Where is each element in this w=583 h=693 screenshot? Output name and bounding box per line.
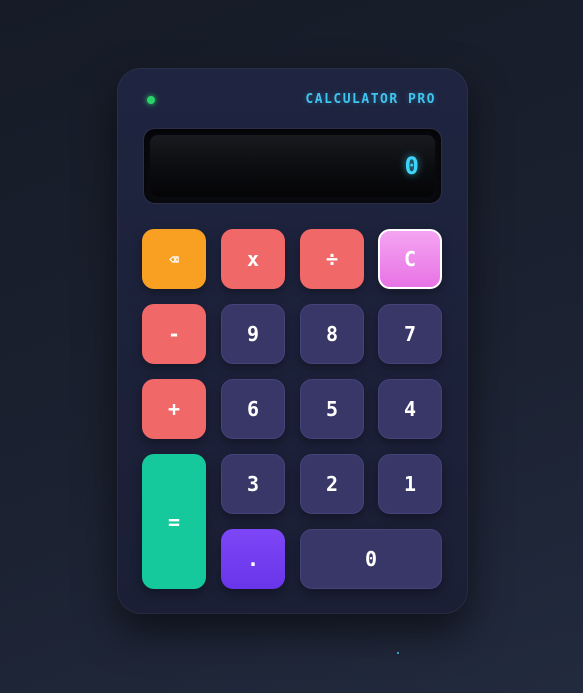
divide-label: ÷ bbox=[325, 247, 339, 271]
digit-5-label: 5 bbox=[325, 397, 339, 421]
app-title: CALCULATOR PRO bbox=[305, 92, 436, 107]
digit-3-button[interactable]: 3 bbox=[221, 454, 285, 514]
plus-label: + bbox=[167, 397, 181, 421]
digit-2-label: 2 bbox=[325, 472, 339, 496]
digit-6-button[interactable]: 6 bbox=[221, 379, 285, 439]
digit-8-button[interactable]: 8 bbox=[300, 304, 364, 364]
backspace-button[interactable]: ⌫ bbox=[142, 229, 206, 289]
status-led bbox=[147, 96, 155, 104]
decimal-label: . bbox=[246, 547, 260, 571]
minus-button[interactable]: - bbox=[142, 304, 206, 364]
digit-1-label: 1 bbox=[403, 472, 417, 496]
display-screen: 0 bbox=[150, 135, 435, 197]
clear-button[interactable]: C bbox=[378, 229, 442, 289]
display: 0 bbox=[143, 128, 442, 204]
digit-0-label: 0 bbox=[364, 547, 378, 571]
digit-5-button[interactable]: 5 bbox=[300, 379, 364, 439]
digit-9-button[interactable]: 9 bbox=[221, 304, 285, 364]
digit-0-button[interactable]: 0 bbox=[300, 529, 442, 589]
equals-button[interactable]: = bbox=[142, 454, 206, 589]
decimal-button[interactable]: . bbox=[221, 529, 285, 589]
digit-9-label: 9 bbox=[246, 322, 260, 346]
digit-6-label: 6 bbox=[246, 397, 260, 421]
equals-label: = bbox=[167, 509, 181, 534]
calculator: CALCULATOR PRO 0 ⌫ x ÷ C - 9 8 7 + 6 5 4 bbox=[117, 68, 468, 614]
minus-label: - bbox=[167, 322, 181, 346]
display-value: 0 bbox=[404, 152, 419, 180]
digit-2-button[interactable]: 2 bbox=[300, 454, 364, 514]
multiply-label: x bbox=[246, 247, 260, 271]
divide-button[interactable]: ÷ bbox=[300, 229, 364, 289]
digit-1-button[interactable]: 1 bbox=[378, 454, 442, 514]
digit-8-label: 8 bbox=[325, 322, 339, 346]
multiply-button[interactable]: x bbox=[221, 229, 285, 289]
clear-label: C bbox=[403, 247, 417, 271]
digit-7-label: 7 bbox=[403, 322, 417, 346]
backspace-icon: ⌫ bbox=[169, 249, 179, 269]
plus-button[interactable]: + bbox=[142, 379, 206, 439]
digit-7-button[interactable]: 7 bbox=[378, 304, 442, 364]
digit-3-label: 3 bbox=[246, 472, 260, 496]
digit-4-label: 4 bbox=[403, 397, 417, 421]
digit-4-button[interactable]: 4 bbox=[378, 379, 442, 439]
decorative-dot bbox=[397, 652, 399, 654]
